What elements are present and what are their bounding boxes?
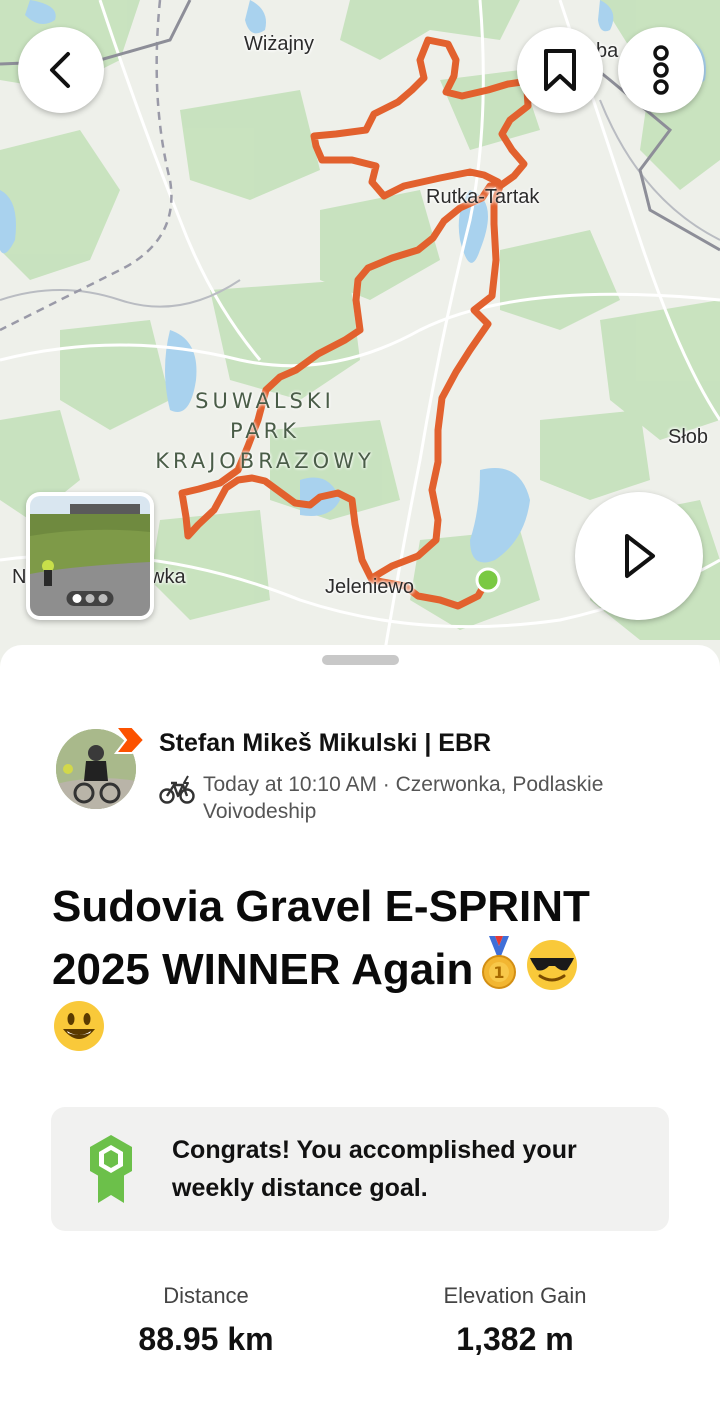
activity-photo: [30, 496, 150, 616]
goal-badge-icon: [90, 1135, 132, 1203]
map-label-park: SUWALSKI PARK KRAJOBRAZOWY: [136, 386, 394, 476]
activity-photo-thumbnail[interactable]: [26, 492, 154, 620]
route-map[interactable]: Wiżajny Rutka-Tartak Jeleniewo Słob ba N…: [0, 0, 720, 680]
stat-elevation-gain: Elevation Gain 1,382 m: [365, 1283, 665, 1358]
chevron-left-icon: [50, 52, 70, 88]
photo-pager-dots: [66, 591, 114, 606]
pager-dot: [98, 594, 108, 603]
stat-label: Distance: [163, 1283, 249, 1308]
play-icon: [625, 534, 655, 578]
medal-emoji-icon: 1: [482, 936, 517, 989]
more-vertical-icon: [653, 45, 669, 95]
back-button[interactable]: [18, 27, 104, 113]
map-label-wka: wka: [150, 566, 186, 588]
start-point-marker: [475, 567, 501, 593]
subscriber-badge-icon: [113, 726, 146, 754]
map-label-wizajny: Wiżajny: [244, 33, 315, 55]
goal-message: Congrats! You accomplished your weekly d…: [172, 1136, 577, 1202]
play-flyover-button[interactable]: [575, 492, 703, 620]
park-line: PARK: [229, 419, 301, 443]
sunglasses-emoji-icon: [527, 940, 578, 990]
athlete-avatar[interactable]: [56, 726, 146, 813]
stat-label: Elevation Gain: [443, 1283, 587, 1308]
map-label-rutka-tartak: Rutka-Tartak: [426, 186, 540, 208]
sheet-drag-handle[interactable]: [322, 655, 399, 665]
map-label-jeleniewo: Jeleniewo: [325, 576, 414, 598]
ebike-icon: [159, 775, 195, 804]
more-options-button[interactable]: [618, 27, 704, 113]
activity-details-sheet[interactable]: Stefan Mikeš Mikulski | EBR Today at 10:…: [0, 645, 720, 1402]
goal-achievement-card[interactable]: Congrats! You accomplished your weekly d…: [51, 1107, 669, 1231]
smiley-emoji-icon: [54, 1001, 104, 1051]
map-label-slob: Słob: [668, 426, 709, 448]
pager-dot: [85, 594, 95, 603]
stat-distance: Distance 88.95 km: [56, 1283, 356, 1358]
map-label-n: N: [12, 566, 27, 588]
activity-title: Sudovia Gravel E-SPRINT 2025 WINNER Agai…: [52, 877, 652, 1060]
athlete-name[interactable]: Stefan Mikeš Mikulski | EBR: [159, 729, 491, 758]
stat-value: 1,382 m: [456, 1321, 574, 1357]
pager-dot: [72, 594, 82, 603]
activity-time-location: Today at 10:10 AM · Czerwonka, Podlaskie…: [203, 773, 604, 823]
svg-text:1: 1: [494, 963, 505, 982]
bookmark-button[interactable]: [517, 27, 603, 113]
stat-value: 88.95 km: [138, 1321, 274, 1357]
park-line: KRAJOBRAZOWY: [155, 449, 375, 473]
park-line: SUWALSKI: [195, 389, 335, 413]
bookmark-icon: [544, 49, 576, 91]
